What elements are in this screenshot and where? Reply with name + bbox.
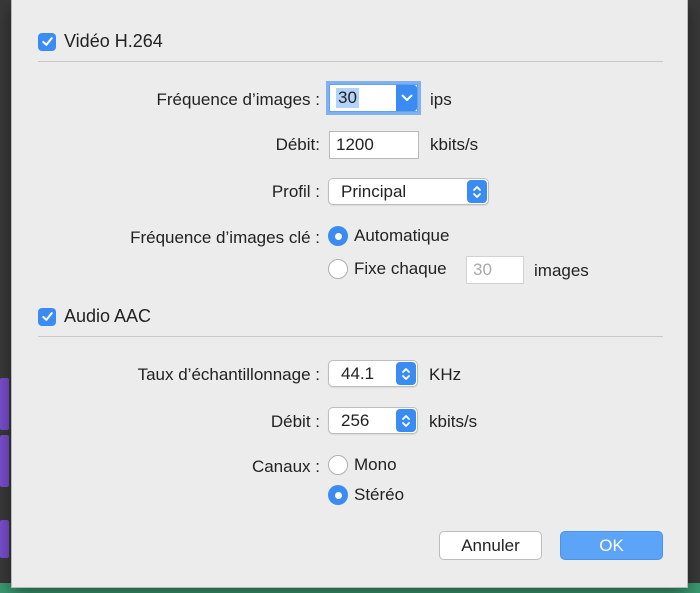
keyframe-fixed-input[interactable]: 30 — [466, 256, 524, 284]
video-enable-checkbox[interactable] — [38, 32, 56, 51]
keyframe-auto-radio[interactable] — [328, 226, 348, 246]
profile-popup[interactable]: Principal — [328, 178, 489, 205]
channels-stereo-option[interactable]: Stéréo — [328, 485, 404, 505]
video-section-title: Vidéo H.264 — [64, 31, 163, 51]
video-bitrate-input[interactable]: 1200 — [329, 131, 419, 159]
audio-enable-checkbox[interactable] — [38, 307, 56, 326]
samplerate-popup[interactable]: 44.1 — [328, 360, 418, 387]
export-settings-dialog: Vidéo H.264 Fréquence d’images : 30 ips … — [11, 0, 688, 588]
audio-bitrate-popup[interactable]: 256 — [328, 407, 418, 434]
background-tile — [0, 435, 9, 487]
cancel-button[interactable]: Annuler — [439, 531, 542, 560]
ok-button[interactable]: OK — [560, 531, 663, 560]
chevron-down-icon — [401, 94, 412, 101]
checkmark-icon — [41, 312, 53, 321]
checkmark-icon — [41, 37, 53, 46]
profile-label: Profil : — [271, 182, 320, 201]
video-bitrate-unit: kbits/s — [430, 135, 479, 154]
up-down-chevron-icon — [402, 367, 410, 380]
keyframe-fixed-unit: images — [534, 261, 589, 280]
keyframe-auto-label: Automatique — [354, 226, 450, 245]
channels-mono-label: Mono — [354, 455, 397, 474]
framerate-unit: ips — [430, 90, 452, 109]
samplerate-stepper-button[interactable] — [396, 362, 416, 385]
background-tile — [0, 520, 9, 558]
framerate-dropdown-button[interactable] — [396, 85, 417, 111]
background-tile — [0, 378, 9, 430]
profile-value: Principal — [341, 181, 407, 201]
keyframe-fixed-radio[interactable] — [328, 259, 348, 279]
video-section-header: Vidéo H.264 — [38, 31, 163, 52]
keyframe-fixed-option[interactable]: Fixe chaque — [328, 259, 447, 279]
framerate-value[interactable]: 30 — [336, 88, 359, 108]
audio-section-title: Audio AAC — [64, 306, 152, 326]
audio-section-header: Audio AAC — [38, 306, 151, 327]
up-down-chevron-icon — [473, 185, 481, 198]
audio-separator — [38, 336, 663, 337]
audio-bitrate-label: Débit : — [270, 412, 320, 431]
audio-bitrate-unit: kbits/s — [429, 412, 478, 431]
channels-label: Canaux : — [251, 457, 320, 476]
up-down-chevron-icon — [402, 414, 410, 427]
keyframe-label: Fréquence d’images clé : — [130, 228, 320, 247]
framerate-combobox[interactable]: 30 — [329, 84, 418, 112]
samplerate-label: Taux d’échantillonnage : — [137, 365, 320, 384]
channels-mono-radio[interactable] — [328, 455, 348, 475]
keyframe-fixed-label: Fixe chaque — [354, 259, 447, 278]
samplerate-value: 44.1 — [341, 363, 375, 383]
framerate-label: Fréquence d’images : — [156, 90, 320, 109]
channels-stereo-radio[interactable] — [328, 485, 348, 505]
audio-bitrate-value: 256 — [341, 410, 370, 430]
video-bitrate-label: Débit: — [275, 135, 320, 154]
audio-bitrate-stepper-button[interactable] — [396, 409, 416, 432]
samplerate-unit: KHz — [429, 365, 462, 384]
video-separator — [38, 61, 663, 62]
channels-stereo-label: Stéréo — [354, 485, 405, 504]
channels-mono-option[interactable]: Mono — [328, 455, 397, 475]
background-app-right — [686, 0, 700, 593]
keyframe-auto-option[interactable]: Automatique — [328, 226, 449, 246]
profile-stepper-button[interactable] — [467, 180, 487, 203]
